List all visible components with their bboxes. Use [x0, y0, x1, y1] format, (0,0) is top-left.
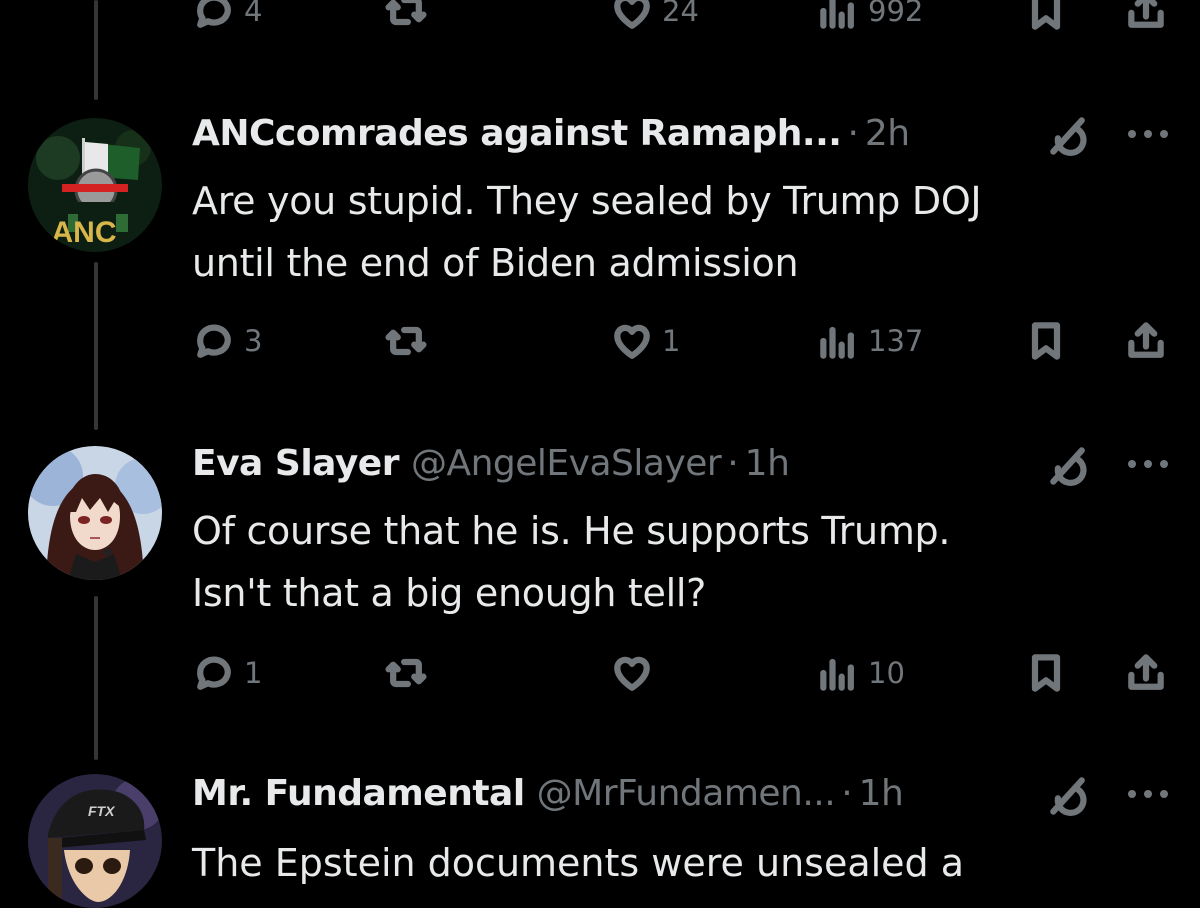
share-icon: [1128, 322, 1164, 358]
reply-button[interactable]: 3: [192, 316, 262, 366]
display-name[interactable]: Mr. Fundamental: [192, 772, 525, 816]
like-count: 1: [662, 324, 681, 358]
reply-button[interactable]: 4: [192, 0, 262, 36]
like-button[interactable]: 1: [610, 316, 680, 366]
share-button[interactable]: [1124, 0, 1168, 36]
share-icon: [1128, 0, 1164, 28]
views-count: 992: [868, 0, 924, 28]
avatar[interactable]: FTX: [28, 774, 162, 908]
retweet-button[interactable]: [384, 316, 436, 366]
user-handle[interactable]: @MrFundamen...: [537, 772, 836, 816]
retweet-icon: [385, 326, 427, 356]
action-bar: 4 24 992: [192, 0, 1172, 36]
views-count: 137: [868, 324, 924, 358]
action-bar: 1 10: [192, 648, 1172, 698]
avatar[interactable]: [28, 446, 162, 580]
reply-count: 3: [244, 324, 263, 358]
timestamp[interactable]: 1h: [859, 772, 904, 816]
post-text: Of course that he is. He supports Trump.…: [192, 509, 951, 615]
post-header: Mr. Fundamental @MrFundamen... · 1h: [192, 772, 904, 816]
grok-icon[interactable]: [1046, 114, 1090, 158]
views-icon: [820, 0, 854, 29]
retweet-icon: [385, 658, 427, 688]
post-header: Eva Slayer @AngelEvaSlayer · 1h: [192, 442, 790, 486]
views-button[interactable]: 992: [816, 0, 923, 36]
reply-icon: [197, 0, 231, 28]
retweet-button[interactable]: [384, 0, 436, 36]
views-icon: [820, 326, 854, 359]
timestamp[interactable]: 2h: [865, 112, 910, 156]
views-button[interactable]: 10: [816, 648, 905, 698]
separator-dot: ·: [841, 773, 853, 814]
post-text: Are you stupid. They sealed by Trump DOJ…: [192, 179, 982, 285]
separator-dot: ·: [727, 443, 739, 484]
share-icon: [1128, 654, 1164, 690]
more-icon[interactable]: [1124, 124, 1172, 144]
share-button[interactable]: [1124, 648, 1168, 698]
like-icon: [614, 0, 650, 29]
avatar-logo-text: FTX: [88, 803, 116, 819]
post-text: The Epstein documents were unsealed a: [192, 841, 965, 885]
avatar-logo-text: ANC: [52, 216, 117, 249]
separator-dot: ·: [847, 113, 859, 154]
thread-line: [94, 262, 98, 430]
thread-line: [94, 0, 98, 100]
like-button[interactable]: 24: [610, 0, 699, 36]
like-button[interactable]: [610, 648, 662, 698]
bookmark-button[interactable]: [1024, 316, 1068, 366]
display-name[interactable]: ANCcomrades against Ramaph...: [192, 112, 842, 156]
avatar[interactable]: ANC: [28, 118, 162, 252]
user-handle[interactable]: @AngelEvaSlayer: [411, 442, 722, 486]
timestamp[interactable]: 1h: [745, 442, 790, 486]
like-count: 24: [662, 0, 699, 28]
like-icon: [614, 324, 650, 359]
reply-icon: [197, 324, 231, 358]
more-icon[interactable]: [1124, 454, 1172, 474]
views-icon: [820, 658, 854, 691]
grok-icon[interactable]: [1046, 444, 1090, 488]
bookmark-icon: [1031, 322, 1061, 360]
bookmark-icon: [1031, 654, 1061, 692]
reply-count: 4: [244, 0, 263, 28]
thread-line: [94, 596, 98, 760]
more-icon[interactable]: [1124, 784, 1172, 804]
bookmark-button[interactable]: [1024, 648, 1068, 698]
reply-icon: [197, 656, 231, 690]
grok-icon[interactable]: [1046, 774, 1090, 818]
action-bar: 3 1 137: [192, 316, 1172, 366]
share-button[interactable]: [1124, 316, 1168, 366]
views-button[interactable]: 137: [816, 316, 923, 366]
bookmark-icon: [1031, 0, 1061, 30]
reply-button[interactable]: 1: [192, 648, 262, 698]
bookmark-button[interactable]: [1024, 0, 1068, 36]
display-name[interactable]: Eva Slayer: [192, 442, 399, 486]
reply-count: 1: [244, 656, 263, 690]
like-icon: [614, 656, 650, 691]
retweet-icon: [385, 0, 427, 26]
views-count: 10: [868, 656, 905, 690]
retweet-button[interactable]: [384, 648, 436, 698]
post-header: ANCcomrades against Ramaph... · 2h: [192, 112, 910, 156]
